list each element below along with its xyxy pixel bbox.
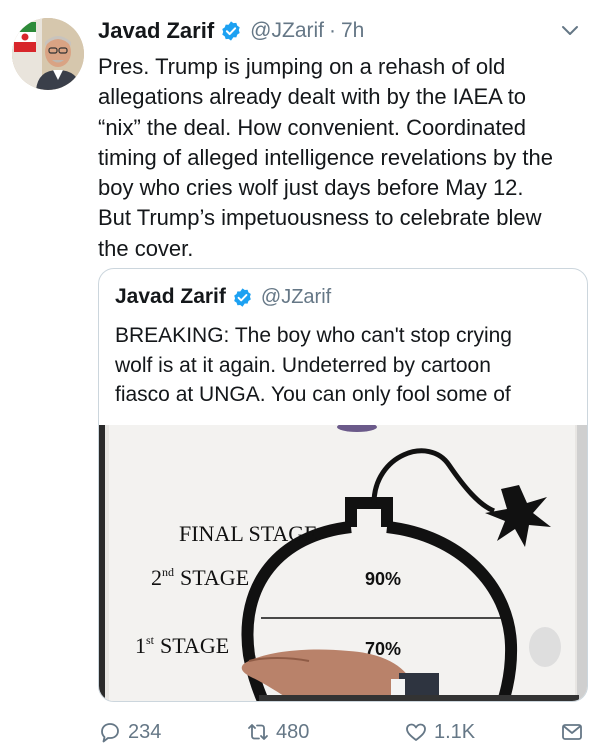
tweet-text-line: the cover. [98, 235, 194, 261]
reply-count: 234 [128, 720, 162, 743]
tweet-text-line: Pres. Trump is jumping on a rehash of ol… [98, 54, 506, 79]
quoted-author-name: Javad Zarif [115, 285, 226, 308]
tweet-text: Pres. Trump is jumping on a rehash of ol… [98, 52, 588, 264]
bomb-diagram-photo: FINAL STAGE 2nd STAGE 90% 1st STAGE 70% [99, 425, 587, 701]
heart-icon [406, 723, 426, 741]
retweet-icon [248, 724, 268, 740]
second-stage-percent: 90% [365, 569, 401, 589]
like-count: 1.1K [434, 720, 476, 743]
avatar-image [12, 18, 84, 90]
final-stage-label: FINAL STAGE [179, 521, 318, 546]
quoted-tweet-text: BREAKING: The boy who can't stop crying … [115, 321, 575, 410]
quoted-tweet-card[interactable]: Javad Zarif @JZarif BREAKING: The boy wh… [98, 268, 588, 702]
like-button[interactable]: 1.1K [404, 716, 475, 747]
quoted-tweet-header: Javad Zarif @JZarif [115, 285, 331, 309]
tweet-header: Javad Zarif @JZarif · 7h [98, 14, 580, 48]
tweet: Javad Zarif @JZarif · 7h Pres. Trump is … [0, 0, 600, 747]
retweet-count: 480 [276, 720, 310, 743]
tweet-text-line: “nix” the deal. How convenient. Coordina… [98, 114, 527, 140]
quoted-text-line: fiasco at UNGA. You can only fool some o… [115, 383, 511, 406]
quoted-author-handle: @JZarif [260, 285, 332, 308]
quoted-text-line: wolf is at it again. Undeterred by carto… [115, 353, 491, 377]
quoted-text-line: BREAKING: The boy who can't stop crying [115, 324, 512, 347]
verified-badge-icon [220, 20, 242, 42]
verified-badge-icon [232, 287, 253, 308]
reply-button[interactable]: 234 [98, 716, 161, 747]
tweet-text-line: boy who cries wolf just days before May … [98, 175, 524, 201]
author-handle[interactable]: @JZarif [250, 19, 324, 43]
tweet-text-line: But Trump’s impetuousness to celebrate b… [98, 205, 542, 231]
tweet-actions: 234 480 1.1K [98, 716, 588, 747]
reply-icon [101, 723, 119, 743]
direct-message-button[interactable] [560, 716, 584, 747]
separator: · [329, 19, 336, 42]
author-name[interactable]: Javad Zarif [98, 18, 214, 44]
avatar[interactable] [12, 18, 84, 90]
direct-message-icon [562, 724, 582, 740]
tweet-text-line: allegations already dealt with by the IA… [98, 84, 527, 110]
chevron-down-icon[interactable] [560, 20, 580, 40]
tweet-text-line: timing of alleged intelligence revelatio… [98, 144, 553, 170]
timestamp[interactable]: 7h [341, 19, 364, 43]
quoted-tweet-media[interactable]: FINAL STAGE 2nd STAGE 90% 1st STAGE 70% [99, 425, 587, 701]
retweet-button[interactable]: 480 [246, 716, 309, 747]
